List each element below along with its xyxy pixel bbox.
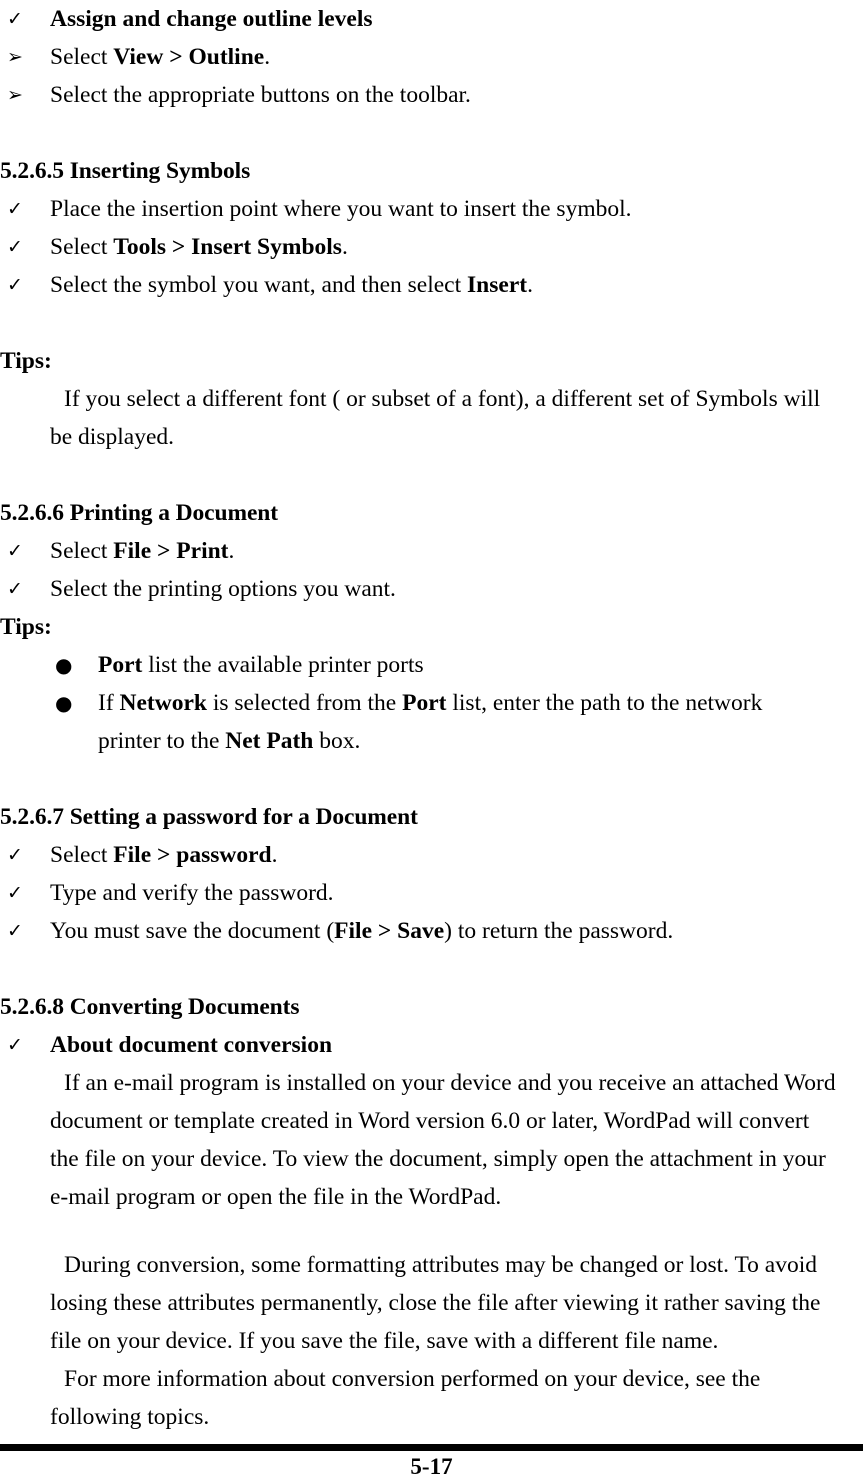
check-icon: ✓	[7, 274, 23, 296]
document-page: ✓ Assign and change outline levels ➢ Sel…	[0, 0, 863, 1483]
text-bold: File > password	[113, 842, 272, 868]
page-number: 5-17	[410, 1454, 453, 1479]
text-prefix: If	[98, 690, 120, 716]
list-item: ✓ Assign and change outline levels	[0, 0, 863, 38]
text-suffix: .	[271, 842, 278, 868]
list-item-label: If Network is selected from the Port lis…	[98, 684, 863, 760]
footer-divider	[0, 1444, 863, 1451]
tips-label: Tips:	[0, 348, 52, 374]
list-item-label: Select the appropriate buttons on the to…	[50, 82, 471, 108]
list-item: ✓ Select the printing options you want.	[0, 570, 863, 608]
section-heading: 5.2.6.6 Printing a Document	[0, 500, 278, 526]
check-icon: ✓	[7, 920, 23, 942]
text-prefix: Select	[50, 234, 114, 260]
text-bold: Tools > Insert Symbols	[113, 234, 342, 260]
list-item-label: About document conversion	[50, 1026, 863, 1064]
text-bold: File > Print	[113, 538, 229, 564]
arrow-icon: ➢	[7, 46, 23, 68]
text-tail2: box.	[313, 728, 361, 754]
text-prefix: Select	[50, 44, 114, 70]
check-icon: ✓	[7, 540, 23, 562]
list-item-label: You must save the document (File > Save)…	[50, 912, 863, 950]
text-suffix: .	[264, 44, 271, 70]
text-bold: Port	[98, 652, 143, 678]
check-icon: ✓	[7, 8, 23, 30]
text-body: list the available printer ports	[142, 652, 424, 678]
text-bold: File > Save	[334, 918, 445, 944]
text-bold: View > Outline	[113, 44, 265, 70]
body-paragraph: For more information about conversion pe…	[50, 1366, 761, 1430]
list-item-label: Port list the available printer ports	[98, 646, 863, 684]
check-icon: ✓	[7, 198, 23, 220]
text-bold-port: Port	[402, 690, 447, 716]
body-paragraph: During conversion, some formatting attri…	[50, 1252, 821, 1354]
list-item-label: Type and verify the password.	[50, 880, 334, 906]
text-suffix: .	[341, 234, 348, 260]
list-item-label: Select View > Outline.	[50, 38, 863, 76]
check-icon: ✓	[7, 844, 23, 866]
text-bold: About document conversion	[50, 1032, 333, 1058]
list-item: ➢ Select the appropriate buttons on the …	[0, 76, 863, 114]
list-item: ✓ You must save the document (File > Sav…	[0, 912, 863, 950]
list-item: ✓ Select the symbol you want, and then s…	[0, 266, 863, 304]
check-icon: ✓	[7, 236, 23, 258]
list-item-label: Select the symbol you want, and then sel…	[50, 266, 863, 304]
text-prefix: You must save the document (	[50, 918, 335, 944]
bullet-dot-icon: ●	[55, 691, 73, 715]
list-item-label: Place the insertion point where you want…	[50, 196, 632, 222]
section-heading: 5.2.6.8 Converting Documents	[0, 994, 300, 1020]
text-suffix: ) to return the password.	[444, 918, 674, 944]
body-paragraph: If an e-mail program is installed on you…	[50, 1070, 836, 1210]
check-icon: ✓	[7, 1034, 23, 1056]
list-item: ✓ Type and verify the password.	[0, 874, 863, 912]
text-suffix: .	[228, 538, 235, 564]
check-icon: ✓	[7, 578, 23, 600]
tips-body: If you select a different font ( or subs…	[50, 386, 821, 450]
list-item: ● If Network is selected from the Port l…	[0, 684, 863, 760]
arrow-icon: ➢	[7, 84, 23, 106]
page-content: ✓ Assign and change outline levels ➢ Sel…	[0, 0, 863, 1436]
check-icon: ✓	[7, 882, 23, 904]
list-item: ✓ Place the insertion point where you wa…	[0, 190, 863, 228]
list-item: ✓ Select Tools > Insert Symbols.	[0, 228, 863, 266]
list-item-label: Select Tools > Insert Symbols.	[50, 228, 863, 266]
list-item: ✓ Select File > Print.	[0, 532, 863, 570]
text-bold-network: Network	[119, 690, 207, 716]
list-item: ✓ About document conversion	[0, 1026, 863, 1064]
text-prefix: Select	[50, 538, 114, 564]
list-item: ✓ Select File > password.	[0, 836, 863, 874]
tips-label: Tips:	[0, 614, 52, 640]
section-heading: 5.2.6.7 Setting a password for a Documen…	[0, 804, 418, 830]
bullet-dot-icon: ●	[55, 653, 73, 677]
text-prefix: Select	[50, 842, 114, 868]
text-suffix: .	[527, 272, 533, 298]
text-bold: Insert	[467, 272, 528, 298]
list-item: ● Port list the available printer ports	[0, 646, 863, 684]
list-item-label: Assign and change outline levels	[50, 0, 863, 38]
list-item: ➢ Select View > Outline.	[0, 38, 863, 76]
text-prefix: Select the symbol you want, and then sel…	[50, 272, 468, 298]
list-item-bold-text: Assign and change outline levels	[50, 6, 373, 32]
list-item-label: Select File > password.	[50, 836, 863, 874]
list-item-label: Select the printing options you want.	[50, 576, 396, 602]
section-heading: 5.2.6.5 Inserting Symbols	[0, 158, 251, 184]
text-bold-netpath: Net Path	[225, 728, 314, 754]
text-mid: is selected from the	[206, 690, 403, 716]
list-item-label: Select File > Print.	[50, 532, 863, 570]
